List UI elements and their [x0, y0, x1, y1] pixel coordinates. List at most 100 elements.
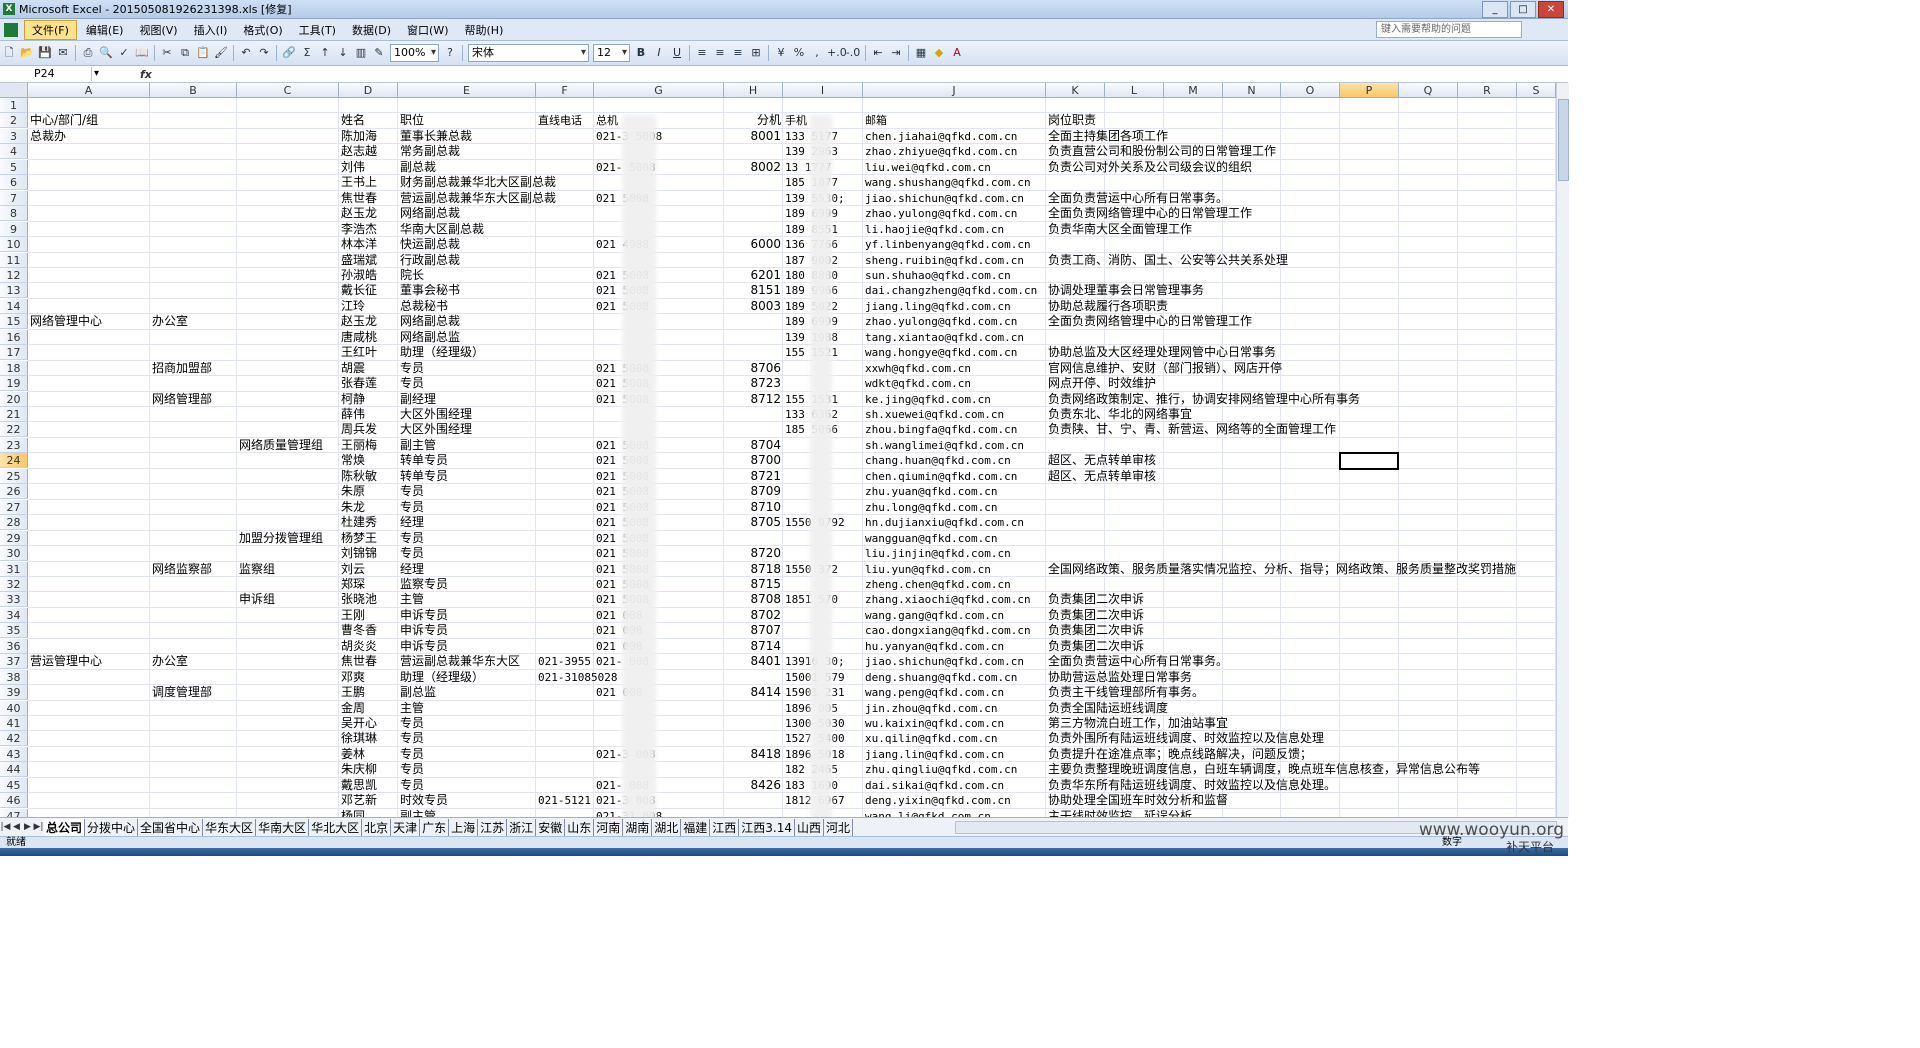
format-painter-icon[interactable]: 🖌 [213, 45, 229, 61]
row-header[interactable]: 15 [0, 314, 28, 330]
cell-j4[interactable]: zhao.zhiyue@qfkd.com.cn [863, 144, 1046, 159]
cell-d44[interactable]: 朱庆柳 [339, 762, 398, 777]
sheet-tab[interactable]: 全国省中心 [138, 818, 204, 836]
cell-j9[interactable]: li.haojie@qfkd.com.cn [863, 222, 1046, 237]
cell-j14[interactable]: jiang.ling@qfkd.com.cn [863, 299, 1046, 314]
sheet-tab[interactable]: 广东 [420, 818, 450, 836]
cell-f2[interactable]: 直线电话 [536, 113, 594, 128]
cell-e2[interactable]: 职位 [398, 113, 536, 128]
cell-k34[interactable]: 负责集团二次申诉 [1046, 608, 1556, 623]
font-size-select[interactable]: 12 [593, 44, 630, 62]
cell-k41[interactable]: 第三方物流白班工作，加油站事宜 [1046, 716, 1556, 731]
cell-j22[interactable]: zhou.bingfa@qfkd.com.cn [863, 422, 1046, 437]
sheet-tab[interactable]: 江西3.14 [739, 818, 796, 836]
cell-d46[interactable]: 邓艺新 [339, 793, 398, 808]
scroll-thumb[interactable] [1558, 99, 1569, 181]
cell-k45[interactable]: 负责华东所有陆运班线调度、时效监控以及信息处理。 [1046, 778, 1556, 793]
cell-b39[interactable]: 调度管理部 [150, 685, 339, 700]
cell-e22[interactable]: 大区外围经理 [398, 422, 783, 437]
cell-d7[interactable]: 焦世春 [339, 191, 398, 206]
column-header-p[interactable]: P [1340, 83, 1399, 98]
cell-g24[interactable]: 021 5008 [594, 453, 724, 468]
cell-d31[interactable]: 刘云 [339, 562, 398, 577]
cell-h3[interactable]: 8001 [724, 129, 783, 144]
research-icon[interactable]: 📖 [134, 45, 150, 61]
permission-icon[interactable]: ✉ [55, 45, 71, 61]
drawing-icon[interactable]: ✎ [371, 45, 387, 61]
cell-j45[interactable]: dai.sikai@qfkd.com.cn [863, 778, 1046, 793]
cell-e12[interactable]: 院长 [398, 268, 594, 283]
cell-d28[interactable]: 杜建秀 [339, 515, 398, 530]
row-header[interactable]: 36 [0, 638, 28, 654]
cell-e23[interactable]: 副主管 [398, 438, 594, 453]
cell-h20[interactable]: 8712 [724, 392, 783, 407]
cell-g27[interactable]: 021 5008 [594, 500, 724, 515]
cell-e5[interactable]: 副总裁 [398, 160, 594, 175]
cell-c29[interactable]: 加盟分拨管理组 [237, 531, 339, 546]
cell-j7[interactable]: jiao.shichun@qfkd.com.cn [863, 191, 1046, 206]
row-header[interactable]: 18 [0, 360, 28, 376]
cell-k14[interactable]: 协助总裁履行各项职责 [1046, 299, 1556, 314]
first-sheet-icon[interactable]: |◀ [0, 822, 11, 832]
cell-e28[interactable]: 经理 [398, 515, 594, 530]
cell-j31[interactable]: liu.yun@qfkd.com.cn [863, 562, 1046, 577]
align-left-icon[interactable]: ≡ [694, 45, 710, 61]
cell-e11[interactable]: 行政副总裁 [398, 253, 783, 268]
cell-h12[interactable]: 6201 [724, 268, 783, 283]
cell-k46[interactable]: 协助处理全国班车时效分析和监督 [1046, 793, 1556, 808]
cell-b31[interactable]: 网络监察部 [150, 562, 237, 577]
cell-j29[interactable]: wangguan@qfkd.com.cn [863, 531, 1556, 546]
cell-j20[interactable]: ke.jing@qfkd.com.cn [863, 392, 1046, 407]
cell-b37[interactable]: 办公室 [150, 654, 339, 669]
cell-e35[interactable]: 申诉专员 [398, 623, 594, 638]
borders-icon[interactable]: ▦ [913, 45, 929, 61]
cell-h36[interactable]: 8714 [724, 639, 783, 654]
cell-d23[interactable]: 王丽梅 [339, 438, 398, 453]
cell-j33[interactable]: zhang.xiaochi@qfkd.com.cn [863, 592, 1046, 607]
cell-j12[interactable]: sun.shuhao@qfkd.com.cn [863, 268, 1556, 283]
prev-sheet-icon[interactable]: ◀ [11, 822, 22, 832]
align-right-icon[interactable]: ≡ [730, 45, 746, 61]
cell-k42[interactable]: 负责外围所有陆运班线调度、时效监控以及信息处理 [1046, 731, 1556, 746]
sheet-tab[interactable]: 北京 [362, 818, 392, 836]
cell-k20[interactable]: 负责网络政策制定、推行，协调安排网络管理中心所有事务 [1046, 392, 1556, 407]
cell-h34[interactable]: 8702 [724, 608, 783, 623]
cell-g10[interactable]: 021 4988 [594, 237, 724, 252]
row-header[interactable]: 16 [0, 329, 28, 345]
redo-icon[interactable]: ↷ [256, 45, 272, 61]
cell-h10[interactable]: 6000 [724, 237, 783, 252]
cell-e21[interactable]: 大区外围经理 [398, 407, 783, 422]
column-header-j[interactable]: J [863, 83, 1046, 98]
cell-g13[interactable]: 021 5008 [594, 283, 724, 298]
cell-j35[interactable]: cao.dongxiang@qfkd.com.cn [863, 623, 1046, 638]
cell-k18[interactable]: 官网信息维护、安财（部门报销）、网店开停 [1046, 361, 1556, 376]
cell-e45[interactable]: 专员 [398, 778, 594, 793]
row-header[interactable]: 45 [0, 777, 28, 793]
cell-e33[interactable]: 主管 [398, 592, 594, 607]
cell-g23[interactable]: 021 5008 [594, 438, 724, 453]
cell-j28[interactable]: hn.dujianxiu@qfkd.com.cn [863, 515, 1556, 530]
cell-j39[interactable]: wang.peng@qfkd.com.cn [863, 685, 1046, 700]
cell-g31[interactable]: 021 5008 [594, 562, 724, 577]
cell-b20[interactable]: 网络管理部 [150, 392, 339, 407]
row-header[interactable]: 22 [0, 422, 28, 438]
autosum-icon[interactable]: Σ [299, 45, 315, 61]
cell-h14[interactable]: 8003 [724, 299, 783, 314]
cell-e34[interactable]: 申诉专员 [398, 608, 594, 623]
cell-k38[interactable]: 协助营运总监处理日常事务 [1046, 670, 1556, 685]
column-header-a[interactable]: A [28, 83, 150, 98]
column-header-f[interactable]: F [536, 83, 594, 98]
selected-cell[interactable] [1339, 452, 1399, 470]
cell-e29[interactable]: 专员 [398, 531, 594, 546]
cell-a3[interactable]: 总裁办 [28, 129, 339, 144]
row-header[interactable]: 46 [0, 793, 28, 809]
cell-e37[interactable]: 营运副总裁兼华东大区 [398, 654, 536, 669]
cell-k25[interactable]: 超区、无点转单审核 [1046, 469, 1556, 484]
cell-e36[interactable]: 申诉专员 [398, 639, 594, 654]
cell-d39[interactable]: 王鹏 [339, 685, 398, 700]
help-search-input[interactable]: 键入需要帮助的问题 [1376, 21, 1522, 38]
cell-g19[interactable]: 021 5008 [594, 376, 724, 391]
cell-g20[interactable]: 021 5008 [594, 392, 724, 407]
cell-d24[interactable]: 常焕 [339, 453, 398, 468]
row-header[interactable]: 42 [0, 731, 28, 747]
